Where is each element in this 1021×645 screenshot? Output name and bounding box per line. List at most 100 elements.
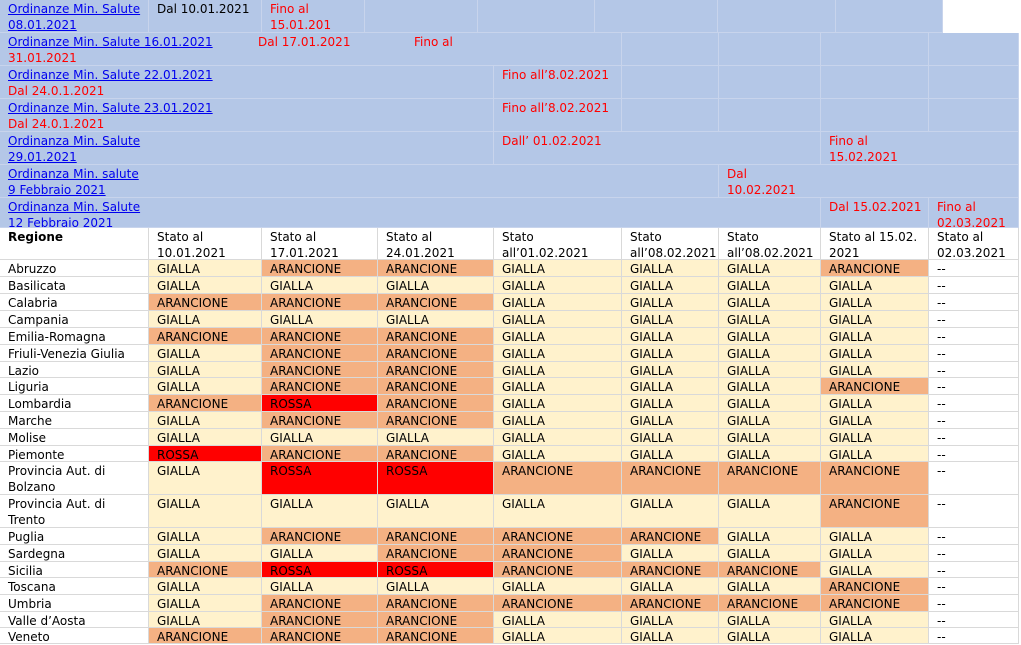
status-value: GIALLA [157,580,200,594]
ordinance-link[interactable]: 08.01.2021 [8,18,77,32]
ordinance-to-text: Fino al [414,35,453,49]
status-value: GIALLA [502,397,545,411]
ordinance-link-cell[interactable]: Ordinanza Min. Salute 12 Febbraio 2021 [0,198,821,228]
region-label: Puglia [8,530,45,544]
status-cell: ROSSA [262,462,378,495]
status-value: -- [937,380,946,394]
status-cell: GIALLA [719,528,821,545]
status-cell: ARANCIONE [262,362,378,378]
status-cell: ARANCIONE [821,378,929,395]
ordinance-link[interactable]: Ordinanze Min. Salute 22.01.2021 [8,68,213,82]
status-cell: ARANCIONE [378,294,494,311]
ordinance-link[interactable]: 9 Febbraio 2021 [8,183,106,197]
status-cell: ARANCIONE [262,612,378,628]
ordinance-empty-cell [719,99,821,132]
ordinance-link[interactable]: Ordinanze Min. Salute [8,2,140,16]
header-stato: Stato al 17.01.2021 [262,228,378,260]
status-cell: GIALLA [149,612,262,628]
status-value: ARANCIONE [829,262,901,276]
ordinance-link-cell[interactable]: Ordinanza Min. Salute 29.01.2021 [0,132,494,165]
status-value: ARANCIONE [270,414,342,428]
status-value: GIALLA [502,262,545,276]
status-value: ARANCIONE [270,630,342,644]
status-value: GIALLA [829,347,872,361]
ordinance-to-text: Fino all’8.02.2021 [502,101,610,115]
region-name: Liguria [0,378,149,395]
status-cell: GIALLA [821,294,929,311]
status-cell: GIALLA [821,362,929,378]
status-value: GIALLA [502,448,545,462]
region-label: Abruzzo [8,262,57,276]
region-label: Liguria [8,380,49,394]
status-cell: GIALLA [719,345,821,362]
status-value: ARANCIONE [630,530,702,544]
status-cell: ARANCIONE [494,528,622,545]
ordinance-link[interactable]: Ordinanza Min. Salute [8,200,140,214]
status-cell: ARANCIONE [262,294,378,311]
status-cell: ARANCIONE [378,628,494,644]
ordinance-link-cell[interactable]: Ordinanze Min. Salute 16.01.2021 Dal 17.0… [0,33,494,66]
status-value: GIALLA [630,614,673,628]
status-cell: GIALLA [622,260,719,277]
ordinance-empty-cell [929,66,1019,99]
status-cell: ARANCIONE [378,528,494,545]
status-value: GIALLA [502,296,545,310]
status-cell: ARANCIONE [378,412,494,429]
status-value: GIALLA [502,364,545,378]
status-value: GIALLA [630,448,673,462]
status-value: GIALLA [727,330,770,344]
header-label: 2021 [829,246,860,260]
status-value: ARANCIONE [386,630,458,644]
status-value: GIALLA [630,497,673,511]
status-value: GIALLA [630,347,673,361]
status-cell: ARANCIONE [821,578,929,595]
status-value: GIALLA [727,431,770,445]
status-cell: GIALLA [821,429,929,446]
region-name: Abruzzo [0,260,149,277]
ordinance-link-cell[interactable]: Ordinanze Min. Salute 22.01.2021 Dal 24.0… [0,66,494,99]
status-cell: ARANCIONE [262,328,378,345]
status-value: GIALLA [727,364,770,378]
status-cell: GIALLA [821,628,929,644]
status-cell: GIALLA [622,412,719,429]
ordinance-link-cell[interactable]: Ordinanza Min. salute 9 Febbraio 2021 [0,165,719,198]
status-value: GIALLA [829,279,872,293]
status-cell: -- [929,562,1019,578]
status-value: GIALLA [157,547,200,561]
region-name: Sicilia [0,562,149,578]
status-value: GIALLA [157,313,200,327]
status-cell: GIALLA [719,446,821,462]
status-value: GIALLA [829,364,872,378]
ordinance-link[interactable]: Ordinanza Min. Salute [8,134,140,148]
status-cell: GIALLA [149,528,262,545]
region-name: Campania [0,311,149,328]
status-cell: ARANCIONE [719,595,821,612]
status-value: ARANCIONE [270,347,342,361]
region-name: Puglia [0,528,149,545]
status-cell: GIALLA [494,495,622,528]
status-cell: -- [929,446,1019,462]
header-label: 02.03.2021 [937,246,1006,260]
ordinance-link-cell[interactable]: Ordinanze Min. Salute 08.01.2021 [0,0,149,33]
status-value: GIALLA [727,547,770,561]
status-cell: GIALLA [149,578,262,595]
status-cell: GIALLA [622,277,719,294]
ordinance-link[interactable]: 12 Febbraio 2021 [8,216,113,227]
status-value: GIALLA [502,431,545,445]
status-cell: GIALLA [821,345,929,362]
status-value: GIALLA [829,547,872,561]
status-value: ARANCIONE [270,597,342,611]
ordinance-to-text: 15.02.2021 [829,150,898,164]
ordinance-link[interactable]: Ordinanze Min. Salute 16.01.2021 [8,35,213,49]
status-cell: ARANCIONE [378,378,494,395]
ordinance-link[interactable]: Ordinanze Min. Salute 23.01.2021 [8,101,213,115]
ordinance-link-cell[interactable]: Ordinanze Min. Salute 23.01.2021 Dal 24.0… [0,99,494,132]
status-value: GIALLA [829,313,872,327]
status-value: -- [937,614,946,628]
status-value: GIALLA [386,497,429,511]
ordinance-link[interactable]: 29.01.2021 [8,150,77,164]
ordinance-empty-cell [821,99,929,132]
status-value: GIALLA [727,380,770,394]
ordinance-link[interactable]: Ordinanza Min. salute [8,167,139,181]
status-value: ARANCIONE [829,380,901,394]
